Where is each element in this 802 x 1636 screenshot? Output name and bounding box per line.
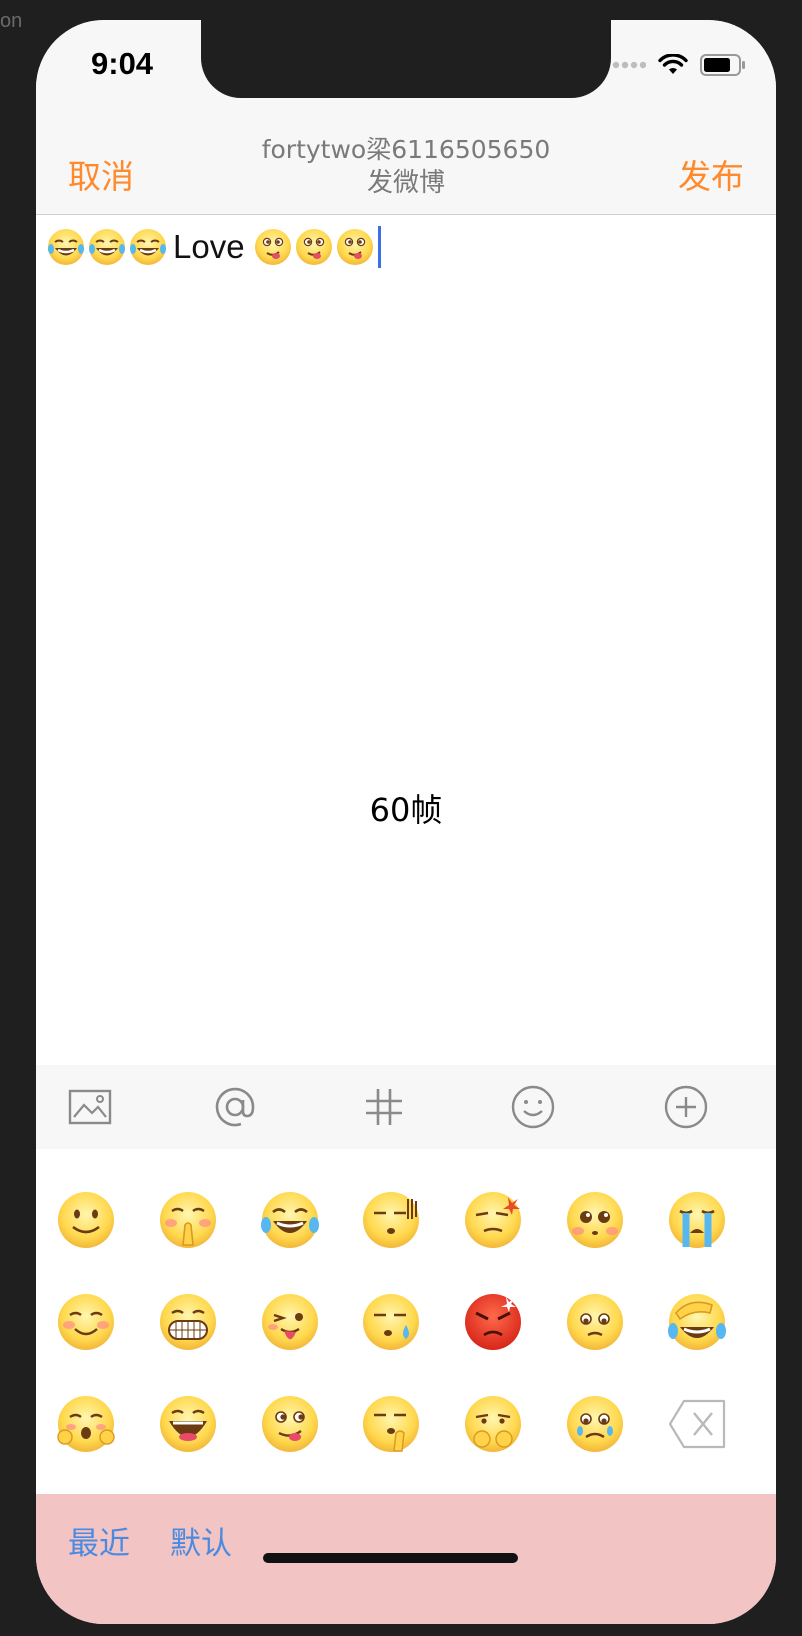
fps-label: 60帧 — [369, 791, 443, 829]
tab-default[interactable]: 默认 — [170, 1518, 232, 1563]
emoji-grin-teeth[interactable] — [157, 1291, 219, 1353]
compose-toolbar — [36, 1065, 776, 1149]
status-bar: 9:04 — [36, 20, 776, 120]
emoji-teary[interactable] — [564, 1189, 626, 1251]
status-time: 9:04 — [91, 46, 154, 81]
home-indicator[interactable] — [263, 1553, 518, 1563]
emoji-shh[interactable] — [360, 1393, 422, 1455]
hashtag-icon[interactable] — [360, 1083, 408, 1131]
publish-button[interactable]: 发布 — [678, 150, 744, 198]
emoji-speechless[interactable] — [360, 1189, 422, 1251]
emoji-rage[interactable] — [462, 1291, 524, 1353]
compose-text: Love — [173, 228, 245, 265]
signal-dots-icon — [612, 61, 646, 69]
wifi-icon — [658, 54, 688, 74]
compose-content: Love — [46, 223, 381, 271]
device-notch — [201, 20, 611, 98]
emoticon-icon[interactable] — [509, 1083, 557, 1131]
emoji-open-laugh[interactable] — [157, 1393, 219, 1455]
emoji-covered-mouth[interactable] — [462, 1393, 524, 1455]
page-title: 发微博 — [366, 168, 445, 198]
picture-icon[interactable] — [66, 1083, 114, 1131]
nav-title-block: fortytwo梁6116505650 发微博 — [36, 134, 776, 200]
nav-username: fortytwo梁6116505650 — [261, 135, 551, 164]
laugh-cry-emoji — [48, 229, 84, 265]
laugh-cry-emoji — [89, 229, 125, 265]
tab-recent[interactable]: 最近 — [68, 1518, 130, 1563]
emoji-cheeky[interactable] — [55, 1393, 117, 1455]
text-caret — [377, 226, 381, 268]
tongue-wink-emoji — [254, 229, 291, 265]
emoji-smile[interactable] — [55, 1189, 117, 1251]
tongue-wink-emoji — [336, 229, 373, 265]
mention-icon[interactable] — [211, 1083, 259, 1131]
emoji-sweat[interactable] — [360, 1291, 422, 1353]
window-edge-text: on — [0, 10, 23, 32]
status-icons — [612, 54, 746, 76]
phone-screen: 9:04 取消 fortytwo梁6116505650 发微博 发布 Love … — [36, 20, 776, 1624]
emoji-sad-teary[interactable] — [564, 1393, 626, 1455]
tongue-wink-emoji — [295, 229, 332, 265]
emoji-tongue-wink[interactable] — [259, 1291, 321, 1353]
emoji-cry[interactable] — [666, 1189, 728, 1251]
emoji-blush-pray[interactable] — [157, 1189, 219, 1251]
add-icon[interactable] — [662, 1083, 710, 1131]
emoji-worried[interactable] — [564, 1291, 626, 1353]
emoji-laugh-cry[interactable] — [259, 1189, 321, 1251]
nav-bar: 取消 fortytwo梁6116505650 发微博 发布 — [36, 120, 776, 215]
laugh-cry-emoji — [130, 229, 166, 265]
emoji-facepalm-laugh[interactable] — [666, 1291, 728, 1353]
emoji-keyboard — [36, 1149, 776, 1494]
emoji-angry-vein[interactable] — [462, 1189, 524, 1251]
compose-text-area[interactable]: Love 60帧 — [36, 215, 776, 1065]
emoji-yum[interactable] — [259, 1393, 321, 1455]
backspace-icon[interactable] — [666, 1393, 728, 1455]
emoji-shy-smile[interactable] — [55, 1291, 117, 1353]
battery-icon — [700, 54, 745, 76]
